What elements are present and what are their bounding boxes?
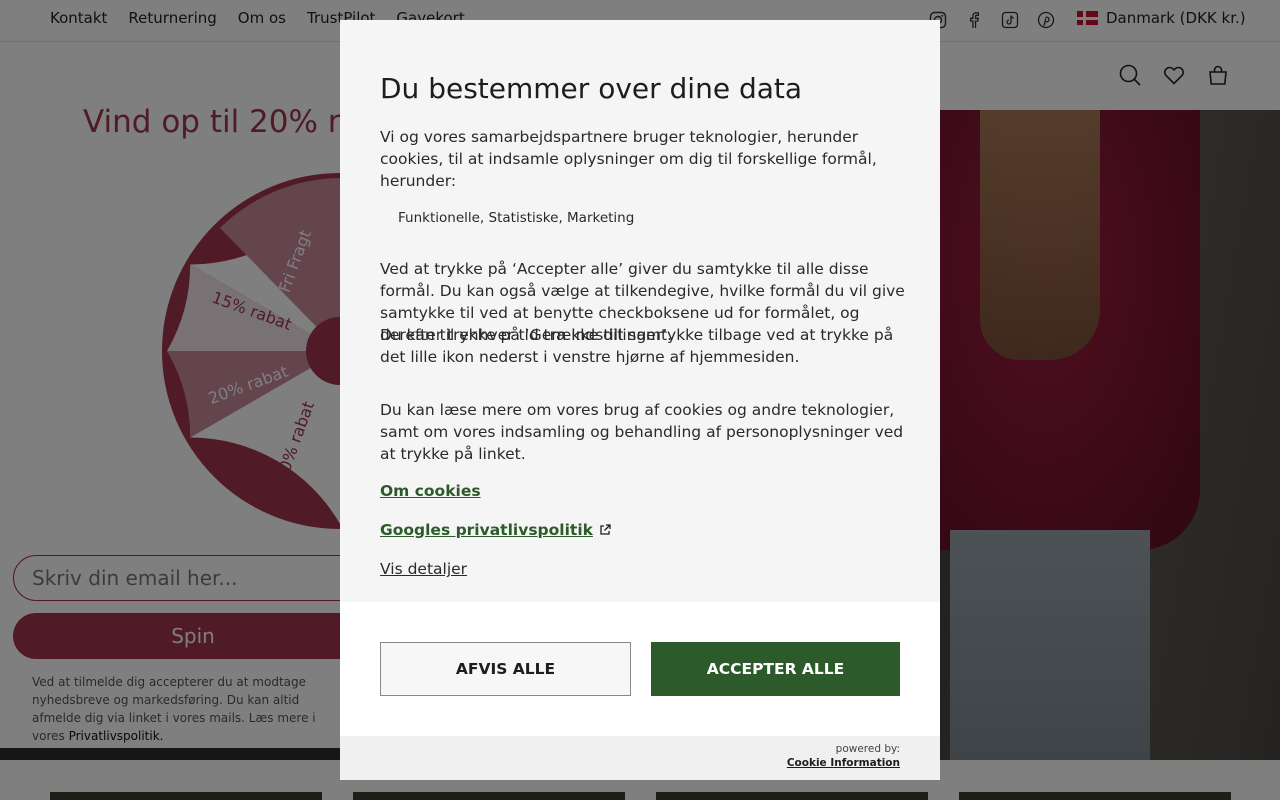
powered-by-label: powered by: — [835, 743, 900, 755]
reject-all-button[interactable]: AFVIS ALLE — [380, 642, 631, 696]
cookie-intro-text: Vi og vores samarbejdspartnere bruger te… — [380, 128, 877, 190]
about-cookies-link-label: Om cookies — [380, 482, 481, 500]
external-link-icon — [600, 524, 611, 535]
show-details-link[interactable]: Vis detaljer — [380, 560, 467, 578]
cookie-dialog-body: Du bestemmer over dine data Vi og vores … — [340, 20, 940, 602]
about-cookies-link[interactable]: Om cookies — [380, 482, 481, 500]
accept-all-button[interactable]: ACCEPTER ALLE — [651, 642, 900, 696]
cookie-read-more-text: Du kan læse mere om vores brug af cookie… — [380, 401, 904, 463]
cookie-consent-dialog: Du bestemmer over dine data Vi og vores … — [340, 20, 940, 780]
google-privacy-link[interactable]: Googles privatlivspolitik — [380, 521, 611, 539]
powered-by: powered by: Cookie Information — [787, 742, 900, 770]
cookie-information-link[interactable]: Cookie Information — [787, 756, 900, 770]
google-privacy-link-label: Googles privatlivspolitik — [380, 521, 593, 539]
cookie-dialog-title: Du bestemmer over dine data — [380, 72, 803, 105]
cookie-purposes-list: Funktionelle, Statistiske, Marketing — [398, 210, 635, 226]
cookie-dialog-footer: powered by: Cookie Information — [340, 736, 940, 780]
cookie-withdraw-text: Du kan til enhver tid trække dit samtykk… — [380, 326, 894, 366]
